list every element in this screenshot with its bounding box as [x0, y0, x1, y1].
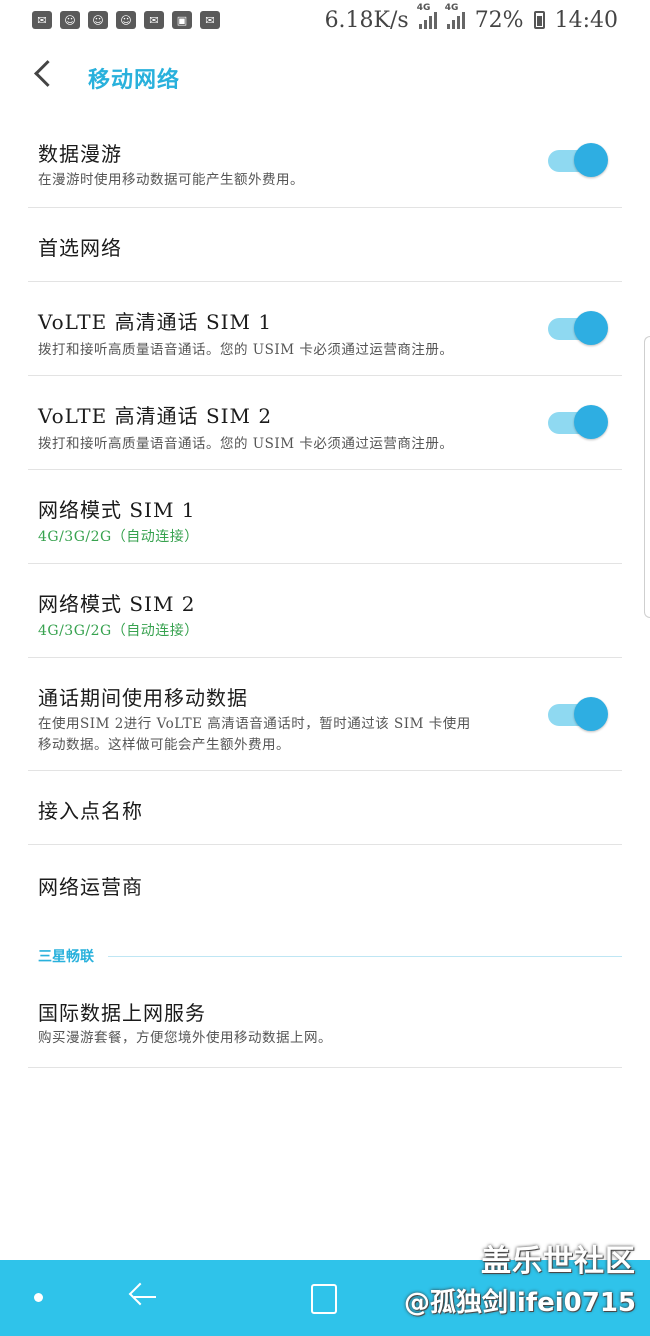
list-item-international-data[interactable]: 国际数据上网服务 购买漫游套餐，方便您境外使用移动数据上网。 [28, 975, 622, 1068]
data-roaming-toggle[interactable] [548, 142, 608, 178]
signal-icon: 4G [417, 3, 437, 29]
status-bar: ✉ ☺ ☺ ☺ ✉ ▣ ✉ 6.18K/s 4G 4G 72% 14:40 [0, 0, 650, 40]
list-item-volte-sim1[interactable]: VoLTE 高清通话 SIM 1 拨打和接听高质量语音通话。您的 USIM 卡必… [28, 282, 622, 376]
list-item-preferred-network[interactable]: 首选网络 [28, 208, 622, 282]
watermark-title: 盖乐世社区 [481, 1244, 636, 1279]
battery-percent: 72% [474, 7, 524, 33]
volte-sim2-toggle[interactable] [548, 404, 608, 440]
settings-list: 数据漫游 在漫游时使用移动数据可能产生额外费用。 首选网络 VoLTE 高清通话… [28, 114, 622, 919]
item-title: 国际数据上网服务 [38, 1001, 206, 1025]
section-divider [108, 955, 622, 957]
list-item-network-mode-sim1[interactable]: 网络模式 SIM 1 4G/3G/2G（自动连接） [28, 470, 622, 564]
item-title: 数据漫游 [38, 142, 122, 166]
item-subtitle: 拨打和接听高质量语音通话。您的 USIM 卡必须通过运营商注册。 [38, 436, 454, 452]
item-value: 4G/3G/2G（自动连接） [38, 623, 199, 639]
item-subtitle: 在漫游时使用移动数据可能产生额外费用。 [38, 172, 304, 188]
item-title: VoLTE 高清通话 SIM 1 [38, 310, 273, 334]
list-item-access-point-names[interactable]: 接入点名称 [28, 771, 622, 845]
item-title: VoLTE 高清通话 SIM 2 [38, 404, 273, 428]
list-item-network-mode-sim2[interactable]: 网络模式 SIM 2 4G/3G/2G（自动连接） [28, 564, 622, 658]
item-subtitle: 购买漫游套餐，方便您境外使用移动数据上网。 [38, 1030, 332, 1046]
mail-icon: ✉ [32, 11, 52, 29]
edge-panel-handle[interactable] [644, 336, 650, 618]
signal-icon: 4G [445, 3, 465, 29]
page-title: 移动网络 [88, 68, 181, 93]
app-bar: 移动网络 [0, 52, 650, 102]
watermark-user: @孤独剑lifei0715 [403, 1288, 636, 1318]
nav-back-icon[interactable] [128, 1282, 156, 1312]
mail-icon: ✉ [144, 11, 164, 29]
list-item-network-operators[interactable]: 网络运营商 [28, 845, 622, 919]
section-header: 三星畅联 [38, 946, 622, 966]
battery-icon [533, 11, 545, 29]
list-item-data-roaming[interactable]: 数据漫游 在漫游时使用移动数据可能产生额外费用。 [28, 114, 622, 208]
item-title: 网络模式 SIM 1 [38, 498, 196, 522]
back-arrow-icon[interactable] [34, 60, 61, 87]
section-title: 三星畅联 [38, 949, 94, 965]
item-subtitle-line2: 移动数据。这样做可能会产生额外费用。 [38, 737, 290, 753]
app-notification-icon: ☺ [116, 11, 136, 29]
mail-icon: ✉ [200, 11, 220, 29]
list-item-volte-sim2[interactable]: VoLTE 高清通话 SIM 2 拨打和接听高质量语音通话。您的 USIM 卡必… [28, 376, 622, 470]
home-dot-icon[interactable] [34, 1293, 43, 1302]
item-title: 通话期间使用移动数据 [38, 686, 248, 710]
volte-sim1-toggle[interactable] [548, 310, 608, 346]
network-speed: 6.18K/s [324, 7, 409, 33]
image-icon: ▣ [172, 11, 192, 29]
item-value: 4G/3G/2G（自动连接） [38, 529, 199, 545]
app-notification-icon: ☺ [88, 11, 108, 29]
item-title: 首选网络 [38, 236, 122, 260]
item-title: 网络运营商 [38, 875, 143, 899]
recent-apps-icon[interactable] [311, 1284, 337, 1314]
app-notification-icon: ☺ [60, 11, 80, 29]
item-subtitle: 拨打和接听高质量语音通话。您的 USIM 卡必须通过运营商注册。 [38, 342, 454, 358]
notification-icons: ✉ ☺ ☺ ☺ ✉ ▣ ✉ [32, 11, 220, 29]
clock: 14:40 [554, 7, 618, 33]
item-title: 接入点名称 [38, 799, 143, 823]
item-title: 网络模式 SIM 2 [38, 592, 196, 616]
mobile-data-during-call-toggle[interactable] [548, 696, 608, 732]
item-subtitle-line1: 在使用SIM 2进行 VoLTE 高清语音通话时，暂时通过该 SIM 卡使用 [38, 716, 471, 732]
list-item-mobile-data-during-call[interactable]: 通话期间使用移动数据 在使用SIM 2进行 VoLTE 高清语音通话时，暂时通过… [28, 658, 622, 771]
